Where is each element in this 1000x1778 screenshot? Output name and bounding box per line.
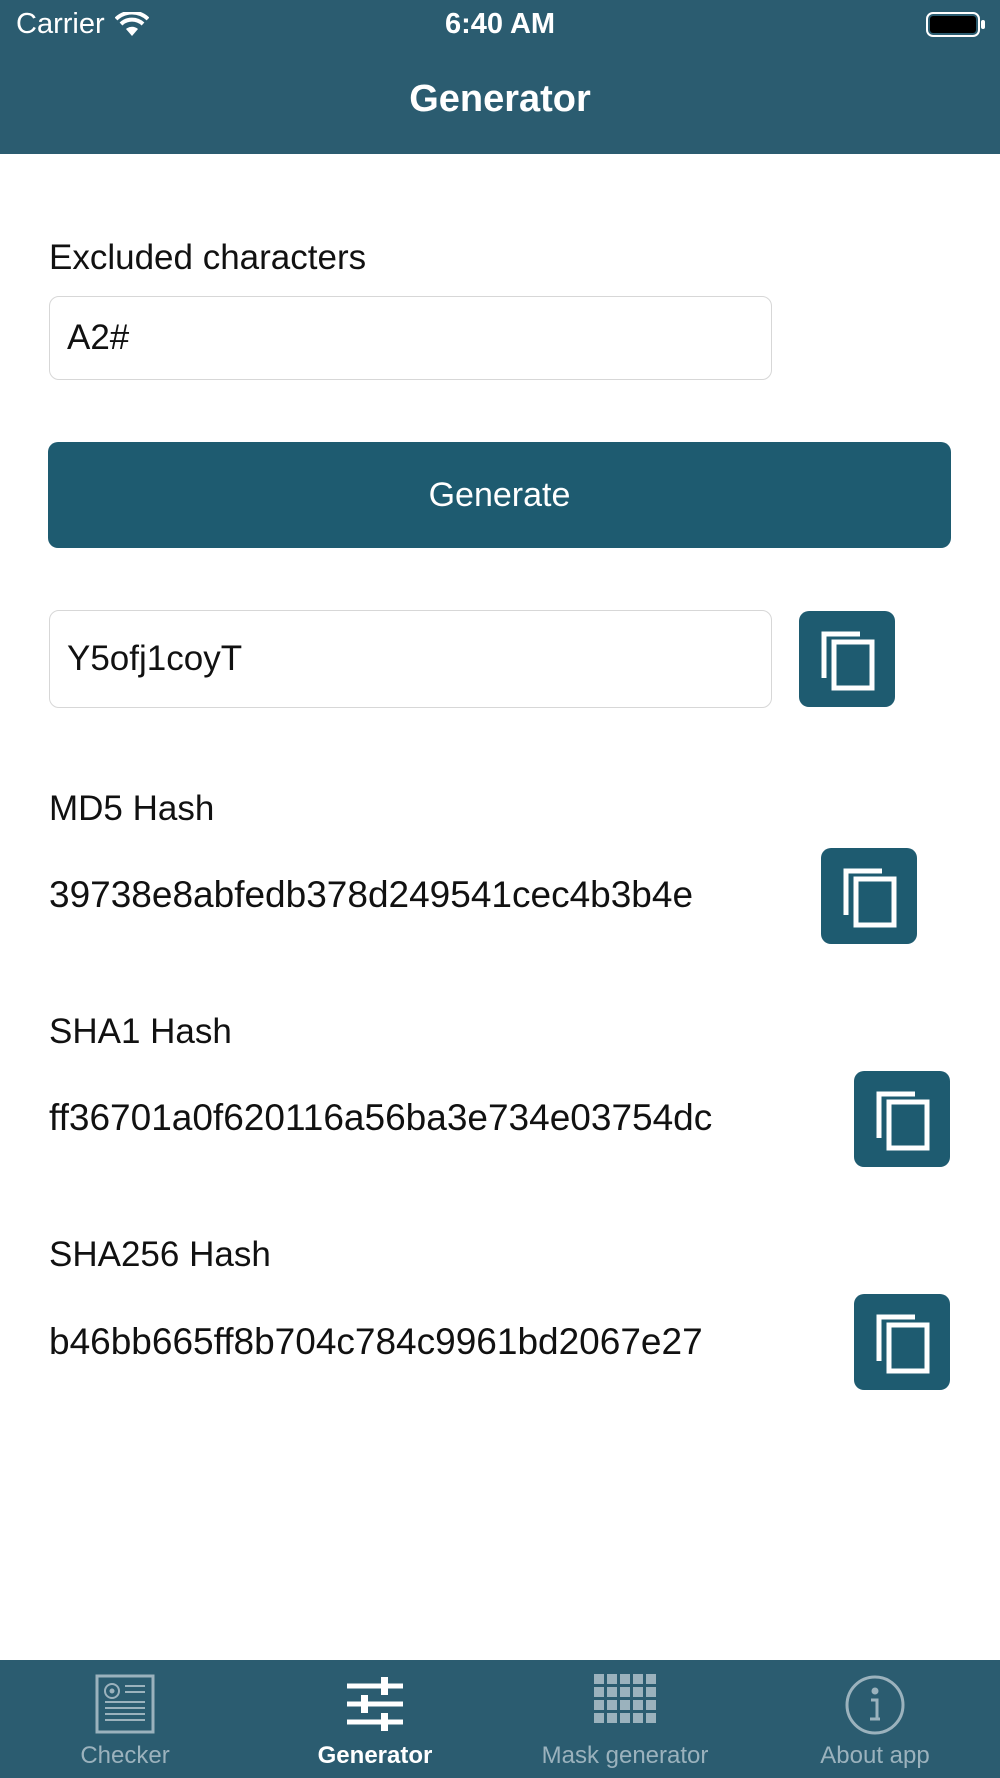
sliders-icon: [347, 1677, 403, 1731]
tab-generator-label: Generator: [317, 1742, 433, 1769]
copy-password-button[interactable]: [799, 611, 895, 707]
sha256-hash-value: b46bb665ff8b704c784c9961bd2067e27: [49, 1321, 703, 1362]
md5-hash-value: 39738e8abfedb378d249541cec4b3b4e: [49, 874, 694, 915]
excluded-characters-value: A2#: [67, 318, 130, 357]
copy-md5-button[interactable]: [821, 848, 917, 944]
tab-checker-label: Checker: [80, 1742, 170, 1769]
copy-sha1-button[interactable]: [854, 1071, 950, 1167]
copy-icon: [821, 631, 875, 691]
md5-hash-label: MD5 Hash: [49, 789, 215, 828]
sha1-hash-label: SHA1 Hash: [49, 1012, 232, 1051]
copy-sha256-button[interactable]: [854, 1294, 950, 1390]
generated-password-field[interactable]: Y5ofj1coyT: [49, 610, 772, 708]
tab-mask-generator[interactable]: Mask generator: [500, 1660, 750, 1778]
page-title: Generator: [409, 78, 591, 120]
tab-mask-generator-label: Mask generator: [541, 1742, 709, 1769]
tab-about-app-label: About app: [820, 1742, 930, 1769]
generate-button[interactable]: Generate: [48, 442, 951, 548]
status-time: 6:40 AM: [444, 8, 556, 40]
tab-bar: Checker Generator Mask generator About a…: [0, 1660, 1000, 1778]
info-icon: [845, 1675, 905, 1735]
tab-about-app[interactable]: About app: [750, 1660, 1000, 1778]
excluded-characters-label: Excluded characters: [49, 238, 367, 277]
tab-generator[interactable]: Generator: [250, 1660, 500, 1778]
tab-checker[interactable]: Checker: [0, 1660, 250, 1778]
generate-button-label: Generate: [428, 475, 571, 514]
top-bar: Carrier 6:40 AM Generator: [0, 0, 1000, 154]
sha1-hash-value: ff36701a0f620116a56ba3e734e03754dc: [49, 1097, 713, 1138]
document-icon: [95, 1674, 155, 1734]
grid-icon: [594, 1674, 656, 1723]
excluded-characters-input[interactable]: A2#: [49, 296, 772, 380]
battery-icon: [926, 12, 985, 37]
copy-icon: [876, 1314, 930, 1374]
generated-password-value: Y5ofj1coyT: [67, 639, 243, 678]
copy-icon: [843, 868, 897, 928]
sha256-hash-label: SHA256 Hash: [49, 1235, 271, 1274]
copy-icon: [876, 1091, 930, 1151]
